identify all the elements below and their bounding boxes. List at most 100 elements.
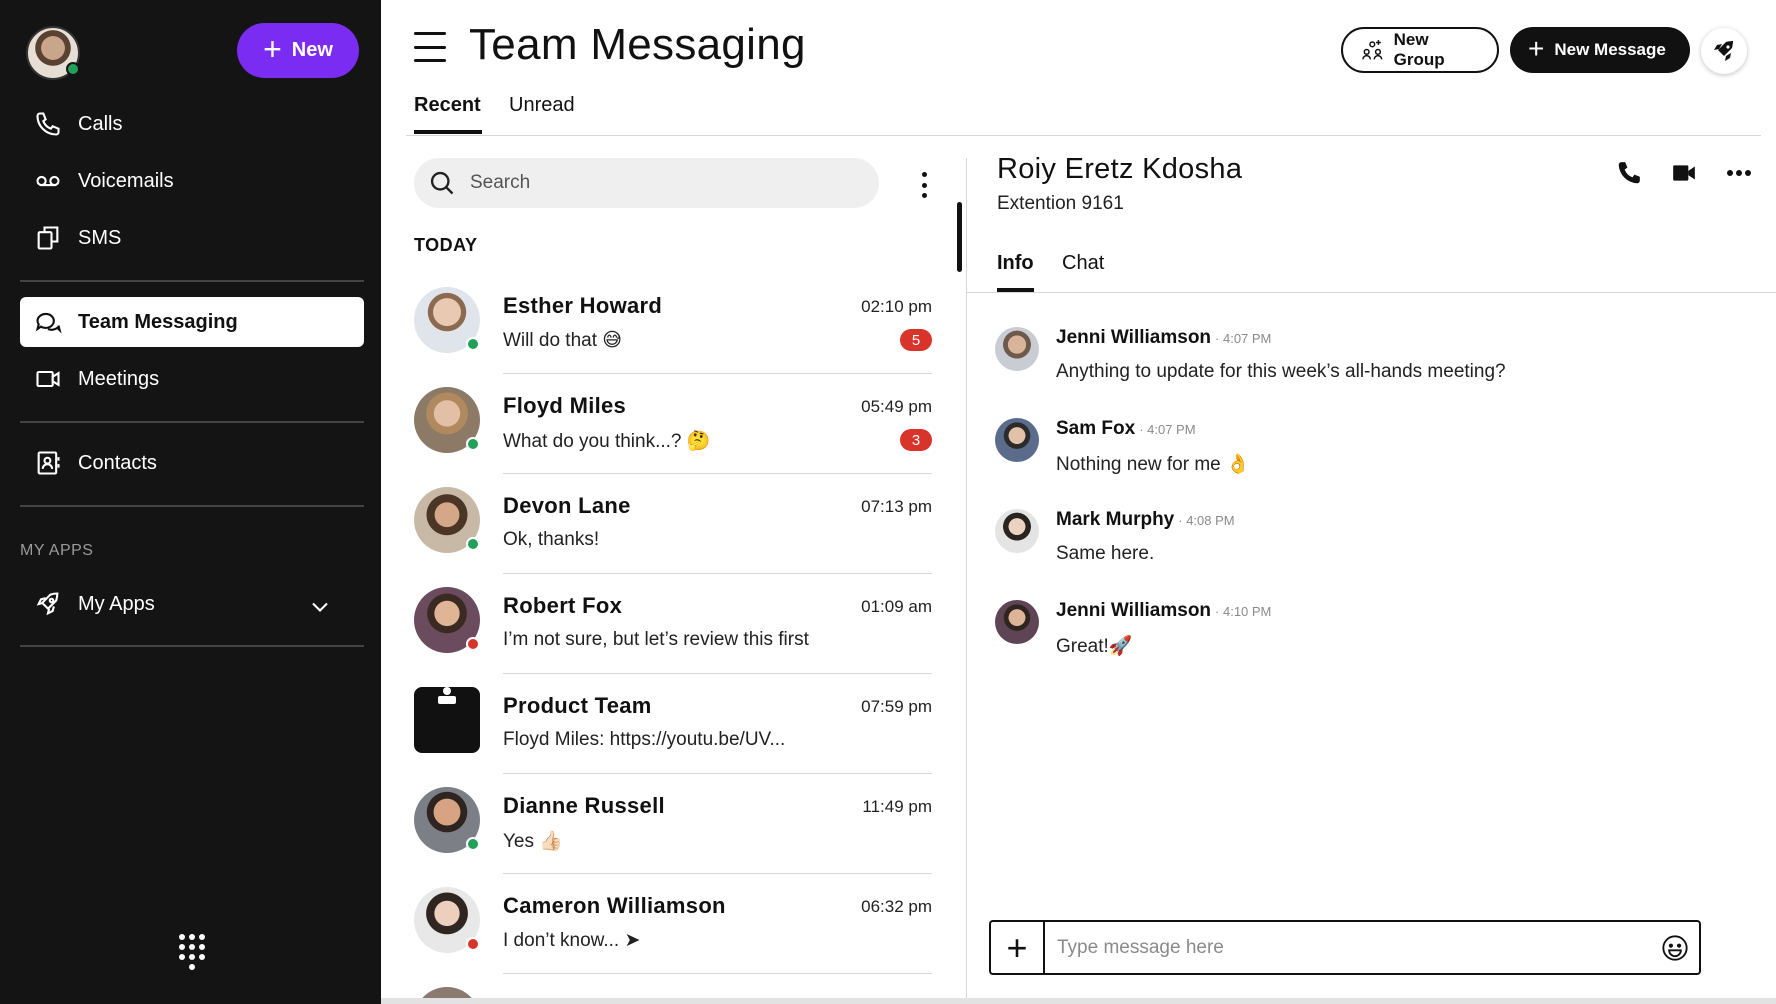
plus-icon: +	[263, 30, 282, 67]
search-field[interactable]: Search	[414, 158, 879, 208]
hamburger-menu-icon[interactable]	[414, 32, 446, 62]
conversation-item[interactable]: Cameron Williamson 06:32 pm I don’t know…	[414, 887, 932, 987]
phone-icon	[36, 112, 60, 136]
conversation-name: Floyd Miles	[503, 393, 627, 418]
new-message-button[interactable]: + New Message	[1510, 27, 1690, 73]
chat-bubbles-icon	[35, 312, 62, 334]
unread-badge: 5	[900, 329, 932, 351]
message-input[interactable]	[1045, 922, 1651, 973]
rocket-icon	[36, 592, 59, 616]
message-sender: Jenni Williamson	[1056, 327, 1212, 348]
message-time: · 4:07 PM	[1139, 422, 1196, 437]
call-button[interactable]	[1614, 158, 1644, 188]
message-text: Same here.	[1056, 543, 1155, 564]
conversation-preview: Ok, thanks!	[503, 529, 600, 550]
contacts-icon	[37, 451, 60, 475]
conversation-time: 02:10 pm	[861, 297, 932, 316]
message-text: Anything to update for this week’s all-h…	[1056, 361, 1506, 382]
conversation-time: 07:13 pm	[861, 497, 932, 516]
message-time: · 4:10 PM	[1215, 604, 1272, 619]
sidebar-item-sms[interactable]: SMS	[20, 213, 364, 263]
more-options-icon[interactable]	[1724, 158, 1754, 188]
avatar[interactable]	[995, 600, 1039, 644]
conversation-item[interactable]: Floyd Miles 05:49 pm What do you think..…	[414, 387, 932, 487]
avatar	[414, 887, 480, 953]
video-call-button[interactable]	[1669, 158, 1699, 188]
conversation-item[interactable]: Devon Lane 07:13 pm Ok, thanks!	[414, 487, 932, 587]
conversation-preview: I’m not sure, but let’s review this firs…	[503, 629, 809, 650]
avatar	[414, 387, 480, 453]
page-title: Team Messaging	[469, 20, 806, 69]
message-sender: Mark Murphy	[1056, 509, 1175, 530]
unread-badge: 3	[900, 429, 932, 451]
tab-info[interactable]: Info	[997, 252, 1034, 275]
panel-divider	[966, 158, 967, 1004]
plus-icon: +	[1528, 32, 1545, 64]
conversation-item[interactable]: Product Team 07:59 pm Floyd Miles: https…	[414, 687, 932, 787]
user-avatar[interactable]	[26, 26, 80, 80]
conversation-preview: Floyd Miles: https://youtu.be/UV...	[503, 729, 786, 750]
sidebar-item-label: My Apps	[78, 592, 155, 615]
dialpad-icon[interactable]	[179, 934, 205, 970]
detail-divider	[966, 292, 1776, 293]
row-divider	[503, 673, 932, 674]
sidebar-item-label: Team Messaging	[78, 310, 238, 333]
sidebar-item-meetings[interactable]: Meetings	[20, 354, 364, 404]
presence-indicator	[466, 337, 480, 351]
sidebar-item-voicemails[interactable]: Voicemails	[20, 156, 364, 206]
sidebar-divider	[20, 505, 364, 507]
new-button[interactable]: + New	[237, 23, 359, 78]
new-group-button[interactable]: New Group	[1341, 27, 1499, 73]
avatar	[414, 787, 480, 853]
sidebar-item-contacts[interactable]: Contacts	[20, 438, 364, 488]
avatar	[414, 487, 480, 553]
presence-indicator	[466, 837, 480, 851]
conversation-preview: Yes 👍🏻	[503, 831, 563, 852]
section-heading-my-apps: MY APPS	[20, 542, 94, 559]
tab-recent[interactable]: Recent	[414, 94, 481, 117]
row-divider	[503, 973, 932, 974]
attach-plus-icon[interactable]: +	[991, 922, 1045, 973]
avatar[interactable]	[995, 327, 1039, 371]
group-icon	[1362, 40, 1383, 60]
sidebar-item-calls[interactable]: Calls	[20, 99, 364, 149]
conversation-item[interactable]: Robert Fox 01:09 am I’m not sure, but le…	[414, 587, 932, 687]
avatar[interactable]	[995, 418, 1039, 462]
message-composer: +	[989, 920, 1701, 975]
sidebar-item-my-apps[interactable]: My Apps	[20, 579, 364, 629]
sidebar-item-label: Contacts	[78, 451, 157, 474]
conversation-preview: I don’t know... ➤	[503, 930, 641, 951]
sidebar-divider	[20, 645, 364, 647]
new-message-label: New Message	[1554, 40, 1666, 59]
sidebar-item-label: Meetings	[78, 367, 160, 390]
chevron-down-icon[interactable]	[306, 593, 334, 621]
emoji-icon[interactable]	[1651, 934, 1699, 962]
message-text: Nothing new for me 👌	[1056, 454, 1250, 475]
conversation-item[interactable]: Esther Howard 02:10 pm Will do that 😅 5	[414, 287, 932, 387]
conversation-time: 01:09 am	[861, 597, 932, 616]
row-divider	[503, 873, 932, 874]
video-icon	[1673, 165, 1695, 181]
contact-name: Roiy Eretz Kdosha	[997, 153, 1243, 185]
list-options-icon[interactable]	[920, 172, 928, 198]
conversation-name: Dianne Russell	[503, 793, 665, 818]
conversation-name: Robert Fox	[503, 593, 623, 618]
active-tab-indicator	[414, 130, 482, 134]
group-placeholder-icon	[438, 687, 456, 704]
contact-extension: Extention 9161	[997, 193, 1124, 214]
avatar[interactable]	[995, 509, 1039, 553]
tab-chat[interactable]: Chat	[1062, 252, 1104, 275]
sidebar-item-team-messaging[interactable]: Team Messaging	[20, 297, 364, 347]
conversation-item[interactable]: Dianne Russell 11:49 pm Yes 👍🏻	[414, 787, 932, 887]
presence-online-indicator	[66, 62, 80, 76]
tab-unread[interactable]: Unread	[509, 94, 575, 117]
launcher-button[interactable]	[1701, 28, 1747, 74]
presence-indicator	[466, 437, 480, 451]
list-scrollbar[interactable]	[957, 202, 962, 272]
conversation-time: 06:32 pm	[861, 897, 932, 916]
sidebar-divider	[20, 421, 364, 423]
presence-indicator	[466, 937, 480, 951]
conversation-time: 07:59 pm	[861, 697, 932, 716]
new-button-label: New	[291, 39, 333, 61]
message-sender: Sam Fox	[1056, 418, 1136, 439]
